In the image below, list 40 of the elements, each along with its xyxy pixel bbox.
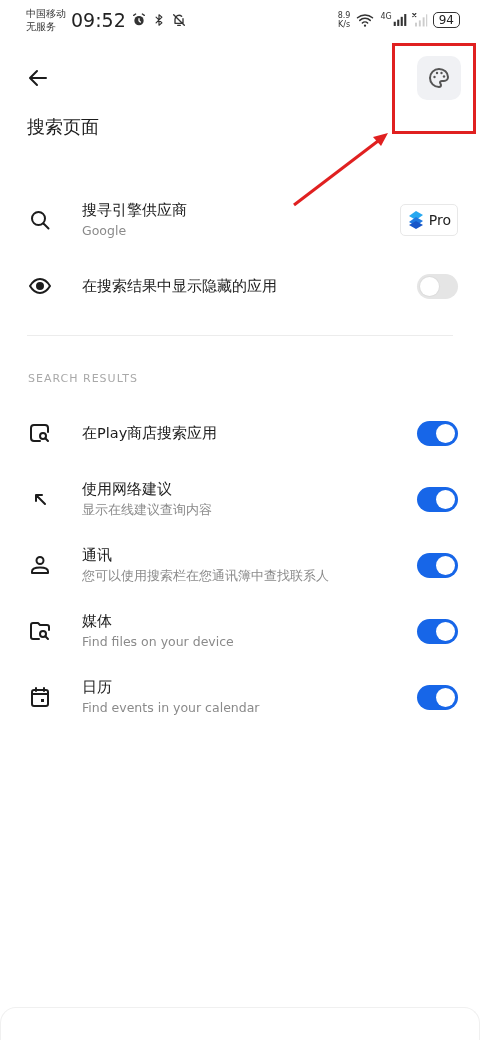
pro-badge[interactable]: Pro	[399, 204, 458, 236]
battery-level: 94	[432, 12, 460, 28]
toggle-switch[interactable]	[417, 420, 458, 446]
toggle-switch[interactable]	[417, 486, 458, 512]
setting-title: 媒体	[82, 612, 113, 631]
status-time: 09:52	[71, 9, 126, 31]
page-title: 搜索页面	[27, 115, 100, 139]
palette-icon	[427, 66, 451, 90]
bell-off-icon	[170, 12, 187, 28]
app-search-icon	[28, 421, 52, 445]
setting-title: 日历	[82, 678, 113, 697]
signal-icon	[392, 12, 407, 28]
service-status: 无服务	[26, 20, 57, 33]
wifi-icon	[355, 11, 376, 29]
toggle-switch[interactable]	[417, 552, 458, 578]
setting-description: Find files on your device	[82, 634, 235, 650]
setting-description: 您可以使用搜索栏在您通讯簿中查找联系人	[82, 568, 330, 584]
setting-title: 使用网络建议	[82, 480, 173, 499]
speed-unit: K/s	[337, 20, 351, 29]
setting-description: 显示在线建议查询内容	[82, 502, 213, 518]
setting-description: Google	[82, 223, 128, 239]
network-type: 4G	[380, 12, 392, 21]
folder-search-icon	[28, 619, 52, 643]
no-signal-icon	[411, 12, 428, 28]
section-header: SEARCH RESULTS	[28, 372, 139, 386]
search-icon	[28, 208, 52, 232]
alarm-icon	[130, 12, 147, 28]
setting-title: 通讯	[82, 546, 113, 565]
setting-description: Find events in your calendar	[82, 700, 261, 716]
toggle-switch[interactable]	[417, 684, 458, 710]
carrier-name: 中国移动	[26, 7, 66, 20]
network-speed: 8.9	[337, 11, 351, 20]
toggle-switch[interactable]	[417, 273, 458, 299]
setting-title: 搜寻引擎供应商	[82, 201, 188, 220]
calendar-icon	[28, 685, 52, 709]
setting-title: 在Play商店搜索应用	[82, 423, 219, 443]
person-icon	[28, 553, 52, 577]
theme-button[interactable]	[417, 56, 461, 100]
toggle-switch[interactable]	[417, 618, 458, 644]
setting-title: 在搜索结果中显示隐藏的应用	[82, 276, 278, 296]
